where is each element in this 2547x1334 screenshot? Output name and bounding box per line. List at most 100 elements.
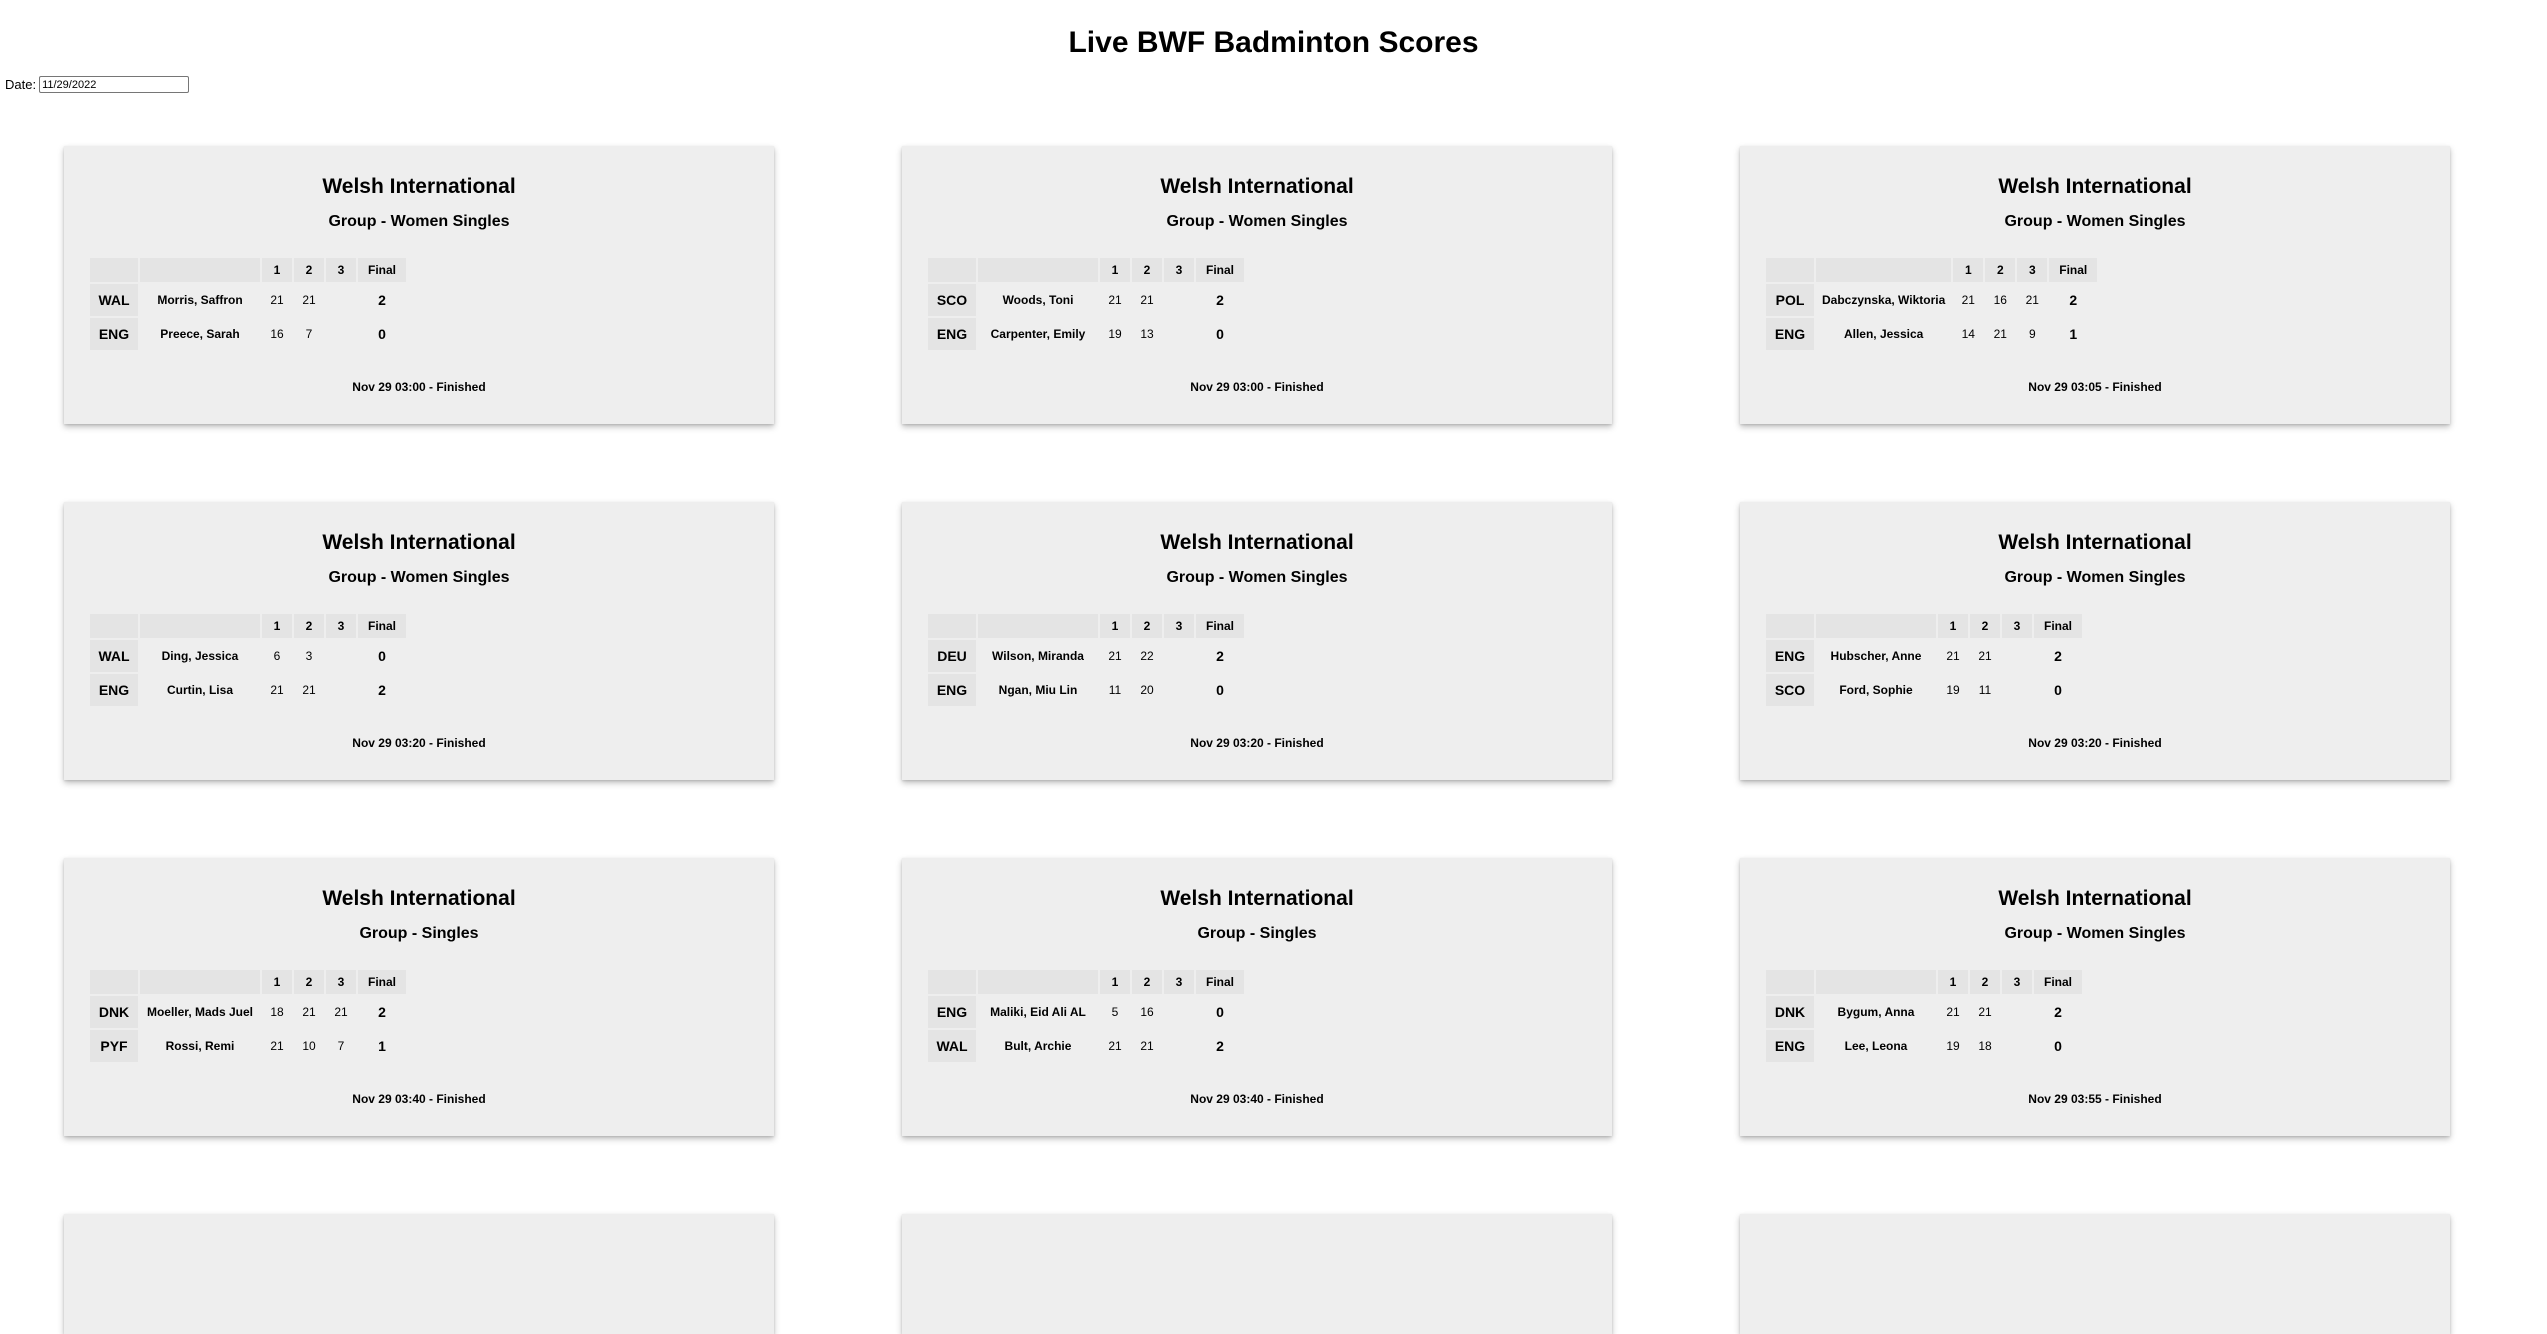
final-score: 1 <box>378 1038 386 1054</box>
match-status: Nov 29 03:40 - Finished <box>1190 1092 1324 1106</box>
game-2-score: 18 <box>1978 1039 1992 1053</box>
header-game-3: 3 <box>326 614 356 638</box>
header-final: Final <box>358 614 406 638</box>
game-2-score: 11 <box>1978 683 1992 697</box>
final-score: 2 <box>2054 648 2062 664</box>
final-score: 2 <box>378 292 386 308</box>
match-card <box>1740 1214 2450 1334</box>
header-country <box>90 970 138 994</box>
score-table: 1 2 3 Final DNK Bygum, Anna 21 21 2 ENG Lee, Leona… <box>1764 968 2084 1064</box>
header-final: Final <box>358 970 406 994</box>
header-game-3: 3 <box>1164 258 1194 282</box>
score-table: 1 2 3 Final DNK Moeller, Mads Juel 18 21 21 2 PYF R… <box>88 968 408 1064</box>
header-player <box>140 614 260 638</box>
player-country: ENG <box>90 674 138 706</box>
round-name: Group - Singles <box>1197 925 1317 942</box>
game-2-score: 7 <box>305 327 313 341</box>
game-3-score <box>2002 674 2032 706</box>
player-country: WAL <box>90 640 138 672</box>
player-name: Lee, Leona <box>1844 1039 1908 1053</box>
match-card: Welsh International Group - Women Singles… <box>902 146 1612 424</box>
game-3-score <box>326 284 356 316</box>
page-title: Live BWF Badminton Scores <box>1068 26 1479 59</box>
player-country: ENG <box>90 318 138 350</box>
game-2-score: 21 <box>1978 1005 1992 1019</box>
game-3-score <box>1164 640 1194 672</box>
round-name: Group - Women Singles <box>328 213 510 230</box>
player-name: Hubscher, Anne <box>1830 649 1922 663</box>
header-game-3: 3 <box>2002 970 2032 994</box>
header-country <box>928 614 976 638</box>
game-1-score: 21 <box>1108 1039 1122 1053</box>
header-game-3: 3 <box>326 970 356 994</box>
player-name: Woods, Toni <box>1002 293 1074 307</box>
player-row: ENG Maliki, Eid Ali AL 5 16 0 <box>928 996 1244 1028</box>
game-1-score: 21 <box>1946 649 1960 663</box>
game-3-score <box>2002 640 2032 672</box>
game-2-score: 21 <box>302 293 316 307</box>
player-row: ENG Preece, Sarah 16 7 0 <box>90 318 406 350</box>
header-game-1: 1 <box>1100 970 1130 994</box>
header-game-1: 1 <box>262 970 292 994</box>
final-score: 0 <box>2054 1038 2062 1054</box>
game-3-score <box>1164 996 1194 1028</box>
player-row: POL Dabczynska, Wiktoria 21 16 21 2 <box>1766 284 2097 316</box>
game-2-score: 21 <box>1140 293 1154 307</box>
player-country: PYF <box>90 1030 138 1062</box>
game-2-score: 16 <box>1993 293 2007 307</box>
final-score: 2 <box>2069 292 2078 308</box>
final-score: 2 <box>378 682 386 698</box>
player-country: ENG <box>1766 640 1814 672</box>
header-game-2: 2 <box>1970 970 2000 994</box>
player-name: Curtin, Lisa <box>166 683 233 697</box>
player-row: DEU Wilson, Miranda 21 22 2 <box>928 640 1244 672</box>
player-name: Morris, Saffron <box>157 293 243 307</box>
header-game-1: 1 <box>1953 258 1984 282</box>
player-country: ENG <box>1766 1030 1814 1062</box>
game-3-score <box>326 674 356 706</box>
score-table: 1 2 3 Final POL Dabczynska, Wiktoria 21 16 21 2 EN… <box>1764 256 2099 352</box>
game-1-score: 21 <box>1946 1005 1960 1019</box>
game-2-score: 21 <box>1140 1039 1154 1053</box>
game-3-score <box>1164 1030 1194 1062</box>
tournament-name: Welsh International <box>1998 175 2192 198</box>
header-final: Final <box>358 258 406 282</box>
game-1-score: 5 <box>1111 1005 1119 1019</box>
score-table: 1 2 3 Final ENG Hubscher, Anne 21 21 2 SCO Ford, S… <box>1764 612 2084 708</box>
player-country: POL <box>1766 284 1814 316</box>
game-3-score <box>1164 674 1194 706</box>
tournament-name: Welsh International <box>322 887 516 910</box>
final-score: 0 <box>1216 682 1224 698</box>
header-game-1: 1 <box>262 614 292 638</box>
header-game-3: 3 <box>1164 614 1194 638</box>
header-game-2: 2 <box>1132 614 1162 638</box>
header-country <box>90 258 138 282</box>
game-2-score: 13 <box>1140 327 1154 341</box>
score-header-row: 1 2 3 Final <box>90 258 406 282</box>
game-3-score <box>326 318 356 350</box>
tournament-name: Welsh International <box>1998 887 2192 910</box>
score-header-row: 1 2 3 Final <box>90 614 406 638</box>
final-score: 1 <box>2069 326 2078 342</box>
match-card: Welsh International Group - Women Singles… <box>64 502 774 780</box>
tournament-name: Welsh International <box>322 175 516 198</box>
tournament-name: Welsh International <box>1998 531 2192 554</box>
header-game-3: 3 <box>1164 970 1194 994</box>
match-card <box>64 1214 774 1334</box>
game-1-score: 14 <box>1961 327 1975 341</box>
score-header-row: 1 2 3 Final <box>1766 970 2082 994</box>
header-final: Final <box>2034 970 2082 994</box>
header-game-1: 1 <box>1938 970 1968 994</box>
score-header-row: 1 2 3 Final <box>1766 614 2082 638</box>
header-game-1: 1 <box>1100 258 1130 282</box>
player-row: WAL Morris, Saffron 21 21 2 <box>90 284 406 316</box>
player-row: WAL Ding, Jessica 6 3 0 <box>90 640 406 672</box>
header-player <box>1816 970 1936 994</box>
player-name: Moeller, Mads Juel <box>146 1005 254 1019</box>
player-row: SCO Ford, Sophie 19 11 0 <box>1766 674 2082 706</box>
player-name: Ding, Jessica <box>161 649 239 663</box>
date-input[interactable] <box>39 76 190 93</box>
match-card: Welsh International Group - Singles 1 2 3 Fin… <box>64 858 774 1136</box>
header-final: Final <box>1196 614 1244 638</box>
game-2-score: 10 <box>302 1039 316 1053</box>
